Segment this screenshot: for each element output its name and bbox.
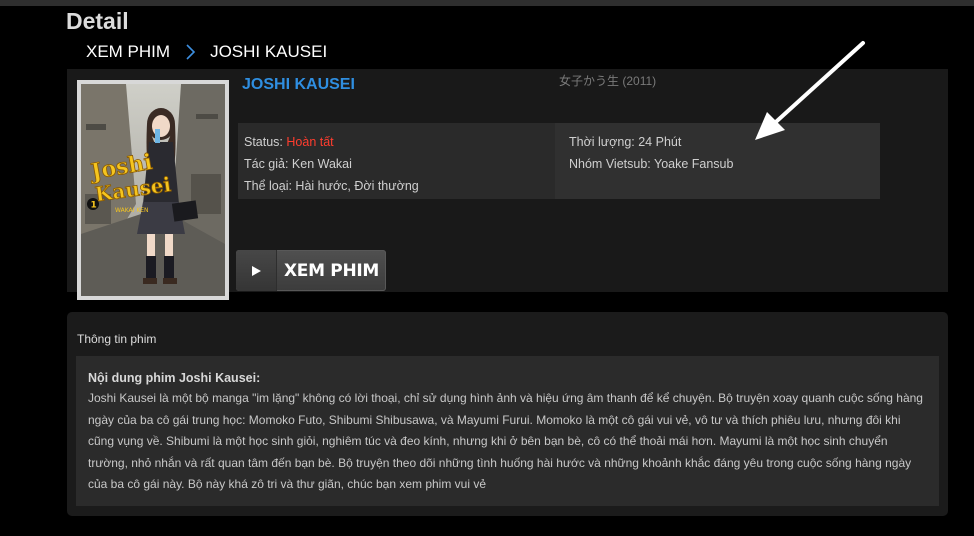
- chevron-right-icon: [182, 43, 200, 61]
- synopsis-heading: Thông tin phim: [77, 332, 157, 346]
- page-title: Detail: [66, 8, 129, 34]
- status-label: Status:: [244, 135, 283, 149]
- status-row: Status: Hoàn tất: [244, 131, 554, 153]
- author-row: Tác giả: Ken Wakai: [244, 157, 352, 171]
- release-year: (2011): [622, 74, 657, 88]
- play-icon: [236, 250, 277, 291]
- synopsis-text: Joshi Kausei là một bộ manga "im lặng" k…: [88, 391, 923, 491]
- synopsis-title: Nội dung phim Joshi Kausei:: [88, 371, 261, 385]
- poster-volume: 1: [91, 201, 97, 211]
- synopsis-panel: Thông tin phim Nội dung phim Joshi Kause…: [67, 312, 948, 516]
- synopsis-box: Nội dung phim Joshi Kausei: Joshi Kausei…: [76, 356, 939, 506]
- original-title: 女子かう生 (2011): [559, 72, 656, 89]
- breadcrumb: XEM PHIM JOSHI KAUSEI: [86, 42, 327, 62]
- annotation-arrow: [755, 41, 865, 140]
- genre-row: Thể loại: Hài hước, Đời thường: [244, 179, 419, 193]
- movie-poster[interactable]: Joshi Kausei WAKAI KEN 1: [81, 84, 225, 296]
- details-left-column: Status: Hoàn tất Tác giả: Ken Wakai Thể …: [238, 123, 554, 199]
- watch-movie-button[interactable]: XEM PHIM: [236, 250, 386, 291]
- breadcrumb-item-current[interactable]: JOSHI KAUSEI: [210, 42, 327, 62]
- poster-logo-author: WAKAI KEN: [115, 207, 149, 214]
- status-badge: Hoàn tất: [286, 135, 334, 149]
- watch-movie-label: XEM PHIM: [283, 260, 380, 281]
- breadcrumb-item-xem-phim[interactable]: XEM PHIM: [86, 42, 170, 62]
- original-title-text: 女子かう生: [559, 74, 620, 88]
- movie-title[interactable]: JOSHI KAUSEI: [242, 76, 355, 94]
- top-bar: [0, 0, 974, 6]
- poster-frame: Joshi Kausei WAKAI KEN 1: [77, 80, 229, 300]
- vietsub-group-row: Nhóm Vietsub: Yoake Fansub: [569, 157, 734, 171]
